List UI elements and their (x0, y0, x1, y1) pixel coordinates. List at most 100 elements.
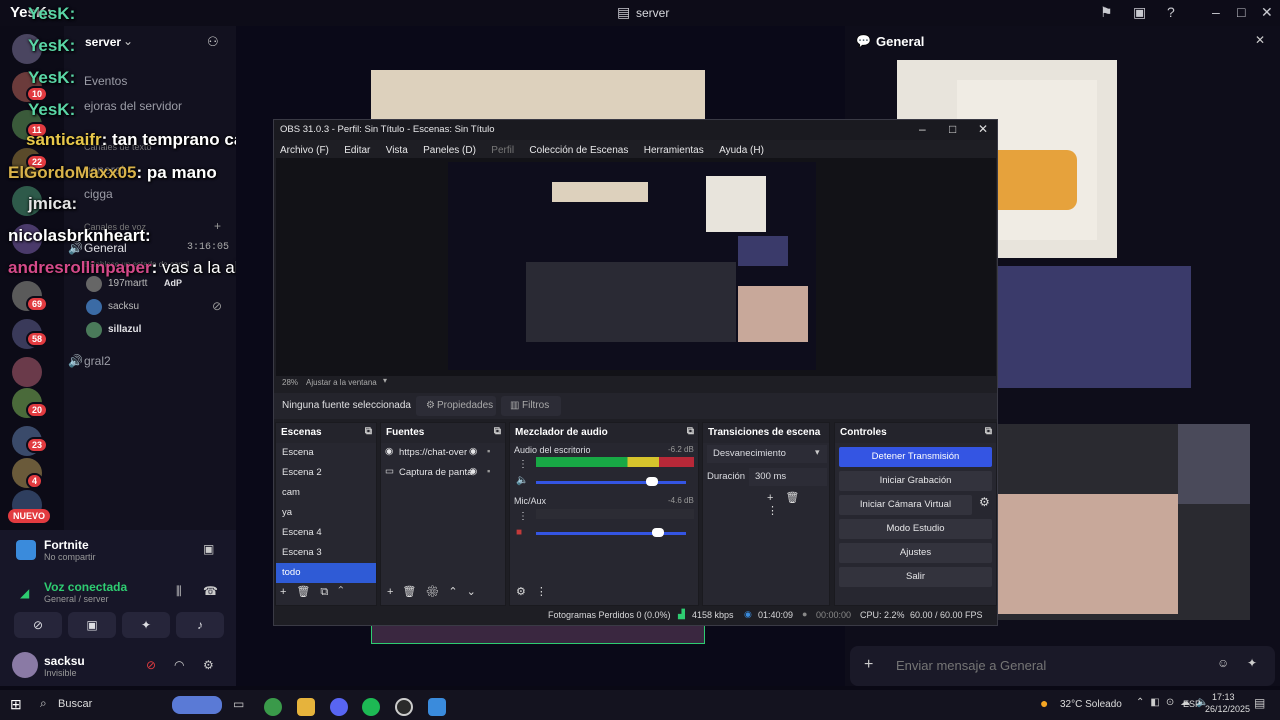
transition-select[interactable]: Desvanecimiento (707, 445, 827, 463)
popout-icon[interactable]: ⧉ (985, 426, 992, 437)
scene-item[interactable]: Escena (276, 443, 376, 463)
taskbar-search[interactable]: Buscar (58, 698, 92, 710)
menu-archivo[interactable]: Archivo (F) (280, 145, 329, 156)
activities-button[interactable]: ✦ (122, 612, 170, 638)
menu-vista[interactable]: Vista (386, 145, 408, 156)
popout-icon[interactable]: ⧉ (494, 426, 501, 437)
search-highlight-image (172, 696, 222, 714)
mic-muted-icon[interactable]: ⊘ (146, 658, 156, 672)
audio-mixer-dock: Mezclador de audio ⧉ Audio del escritorio… (509, 422, 699, 606)
gear-icon[interactable]: ⚙ (979, 495, 990, 509)
menu-herramientas[interactable]: Herramientas (644, 145, 704, 156)
speaker-icon[interactable]: 🔈 (516, 475, 528, 486)
settings-icon[interactable]: ⚙ (203, 658, 214, 672)
menu-coleccion[interactable]: Colección de Escenas (529, 145, 628, 156)
source-toolbar[interactable]: +🗑⚙⌃⌄ (387, 585, 507, 598)
message-input[interactable] (896, 654, 1196, 676)
stream-image (371, 70, 705, 122)
menu-ayuda[interactable]: Ayuda (H) (719, 145, 764, 156)
scene-item[interactable]: Escena 4 (276, 523, 376, 543)
fit-window[interactable]: Ajustar a la ventana (306, 378, 377, 387)
start-recording-button[interactable]: Iniciar Grabación (839, 471, 992, 491)
volume-slider[interactable] (536, 481, 686, 484)
guild-icon[interactable] (12, 357, 42, 387)
task-view-icon[interactable]: ▭ (233, 697, 244, 711)
scene-item[interactable]: cam (276, 483, 376, 503)
popout-icon[interactable]: ⧉ (687, 426, 694, 437)
voice-user[interactable]: sillazul (108, 324, 141, 335)
voice-location[interactable]: General / server (44, 594, 109, 604)
record-icon: ● (802, 609, 808, 619)
notification-badge: 58 (26, 331, 49, 347)
exit-button[interactable]: Salir (839, 567, 992, 587)
virtual-camera-button[interactable]: Iniciar Cámara Virtual (839, 495, 972, 515)
new-badge: NUEVO (8, 509, 51, 523)
noise-icon[interactable]: ⫼ (176, 584, 182, 599)
user-status: Invisible (44, 668, 77, 678)
voice-user[interactable]: sacksu (108, 301, 139, 312)
weather[interactable]: 32°C Soleado (1060, 699, 1122, 710)
scene-item[interactable]: ya (276, 503, 376, 523)
stream-icon[interactable]: ▣ (203, 542, 214, 556)
language[interactable]: ESP (1183, 699, 1201, 709)
scene-item[interactable]: Escena 3 (276, 543, 376, 563)
menu-paneles[interactable]: Paneles (D) (423, 145, 476, 156)
chrome-icon[interactable] (264, 698, 282, 716)
close-chat-icon[interactable]: ✕ (1255, 33, 1265, 47)
folder-icon[interactable] (297, 698, 315, 716)
avatar[interactable] (12, 652, 38, 678)
minimize-icon[interactable]: – (1212, 4, 1220, 20)
chevron-down-icon[interactable]: ▾ (383, 376, 387, 385)
audio-meter (536, 457, 694, 467)
mixer-menu-icon[interactable]: ⋮ (518, 459, 528, 470)
apps-icon[interactable]: ✦ (1247, 656, 1257, 670)
camera-off-button[interactable]: ⊘ (14, 612, 62, 638)
help-icon[interactable]: ? (1167, 4, 1175, 20)
slider-handle[interactable] (646, 477, 658, 486)
discord-icon[interactable] (330, 698, 348, 716)
close-icon[interactable]: ✕ (1261, 4, 1273, 21)
scene-item[interactable]: Escena 2 (276, 463, 376, 483)
fortnite-icon[interactable] (428, 698, 446, 716)
studio-mode-button[interactable]: Modo Estudio (839, 519, 992, 539)
voice-channel-gral2[interactable]: gral2 (84, 354, 111, 368)
transition-toolbar[interactable]: +🗑⋮ (767, 491, 829, 517)
settings-button[interactable]: Ajustes (839, 543, 992, 563)
popout-icon[interactable]: ⧉ (365, 426, 372, 437)
scene-item-selected[interactable]: todo (276, 563, 376, 583)
emoji-icon[interactable]: ☺ (1217, 656, 1229, 670)
clock-date[interactable]: 26/12/2025 (1205, 704, 1250, 714)
menu-perfil[interactable]: Perfil (491, 145, 514, 156)
scenes-dock: Escenas ⧉ Escena Escena 2 cam ya Escena 4… (275, 422, 377, 606)
inbox-icon[interactable]: ⚑ (1100, 4, 1113, 21)
monitor-icon[interactable]: ▣ (1133, 4, 1146, 21)
duration-input[interactable]: 300 ms (749, 468, 827, 486)
source-item[interactable]: Captura de panta ▭ ◉ ▪ (381, 463, 505, 483)
add-icon[interactable]: + (864, 656, 873, 674)
disconnect-icon[interactable]: ☎ (203, 584, 218, 598)
windows-start-icon[interactable]: ⊞ (10, 696, 22, 713)
notifications-icon[interactable]: ▤ (1254, 696, 1265, 710)
mixer-toolbar[interactable]: ⚙⋮ (516, 585, 557, 598)
stop-stream-button[interactable]: Detener Transmisión (839, 447, 992, 467)
tray-icons[interactable]: ⌃◧⊙☁🔈 (1136, 697, 1215, 708)
maximize-icon[interactable]: □ (1237, 4, 1245, 20)
maximize-icon[interactable]: □ (949, 122, 956, 136)
scene-toolbar[interactable]: +🗑⧉⌃ (280, 585, 380, 599)
clock-time[interactable]: 17:13 (1212, 692, 1235, 702)
obs-preview[interactable] (276, 158, 996, 376)
username[interactable]: sacksu (44, 654, 85, 668)
mixer-menu-icon[interactable]: ⋮ (518, 511, 528, 522)
headphones-icon[interactable]: ◠ (174, 658, 184, 672)
soundboard-button[interactable]: ♪ (176, 612, 224, 638)
obs-icon[interactable] (395, 698, 413, 716)
minimize-icon[interactable]: – (919, 122, 926, 136)
close-icon[interactable]: ✕ (978, 122, 988, 136)
screen-share-button[interactable]: ▣ (68, 612, 116, 638)
menu-editar[interactable]: Editar (344, 145, 370, 156)
mic-muted-icon[interactable]: ■ (516, 527, 522, 538)
spotify-icon[interactable] (362, 698, 380, 716)
source-item[interactable]: https://chat-over ◉ ◉ ▪ (381, 443, 505, 463)
slider-handle[interactable] (652, 528, 664, 537)
browser-icon: ◉ (385, 446, 394, 457)
